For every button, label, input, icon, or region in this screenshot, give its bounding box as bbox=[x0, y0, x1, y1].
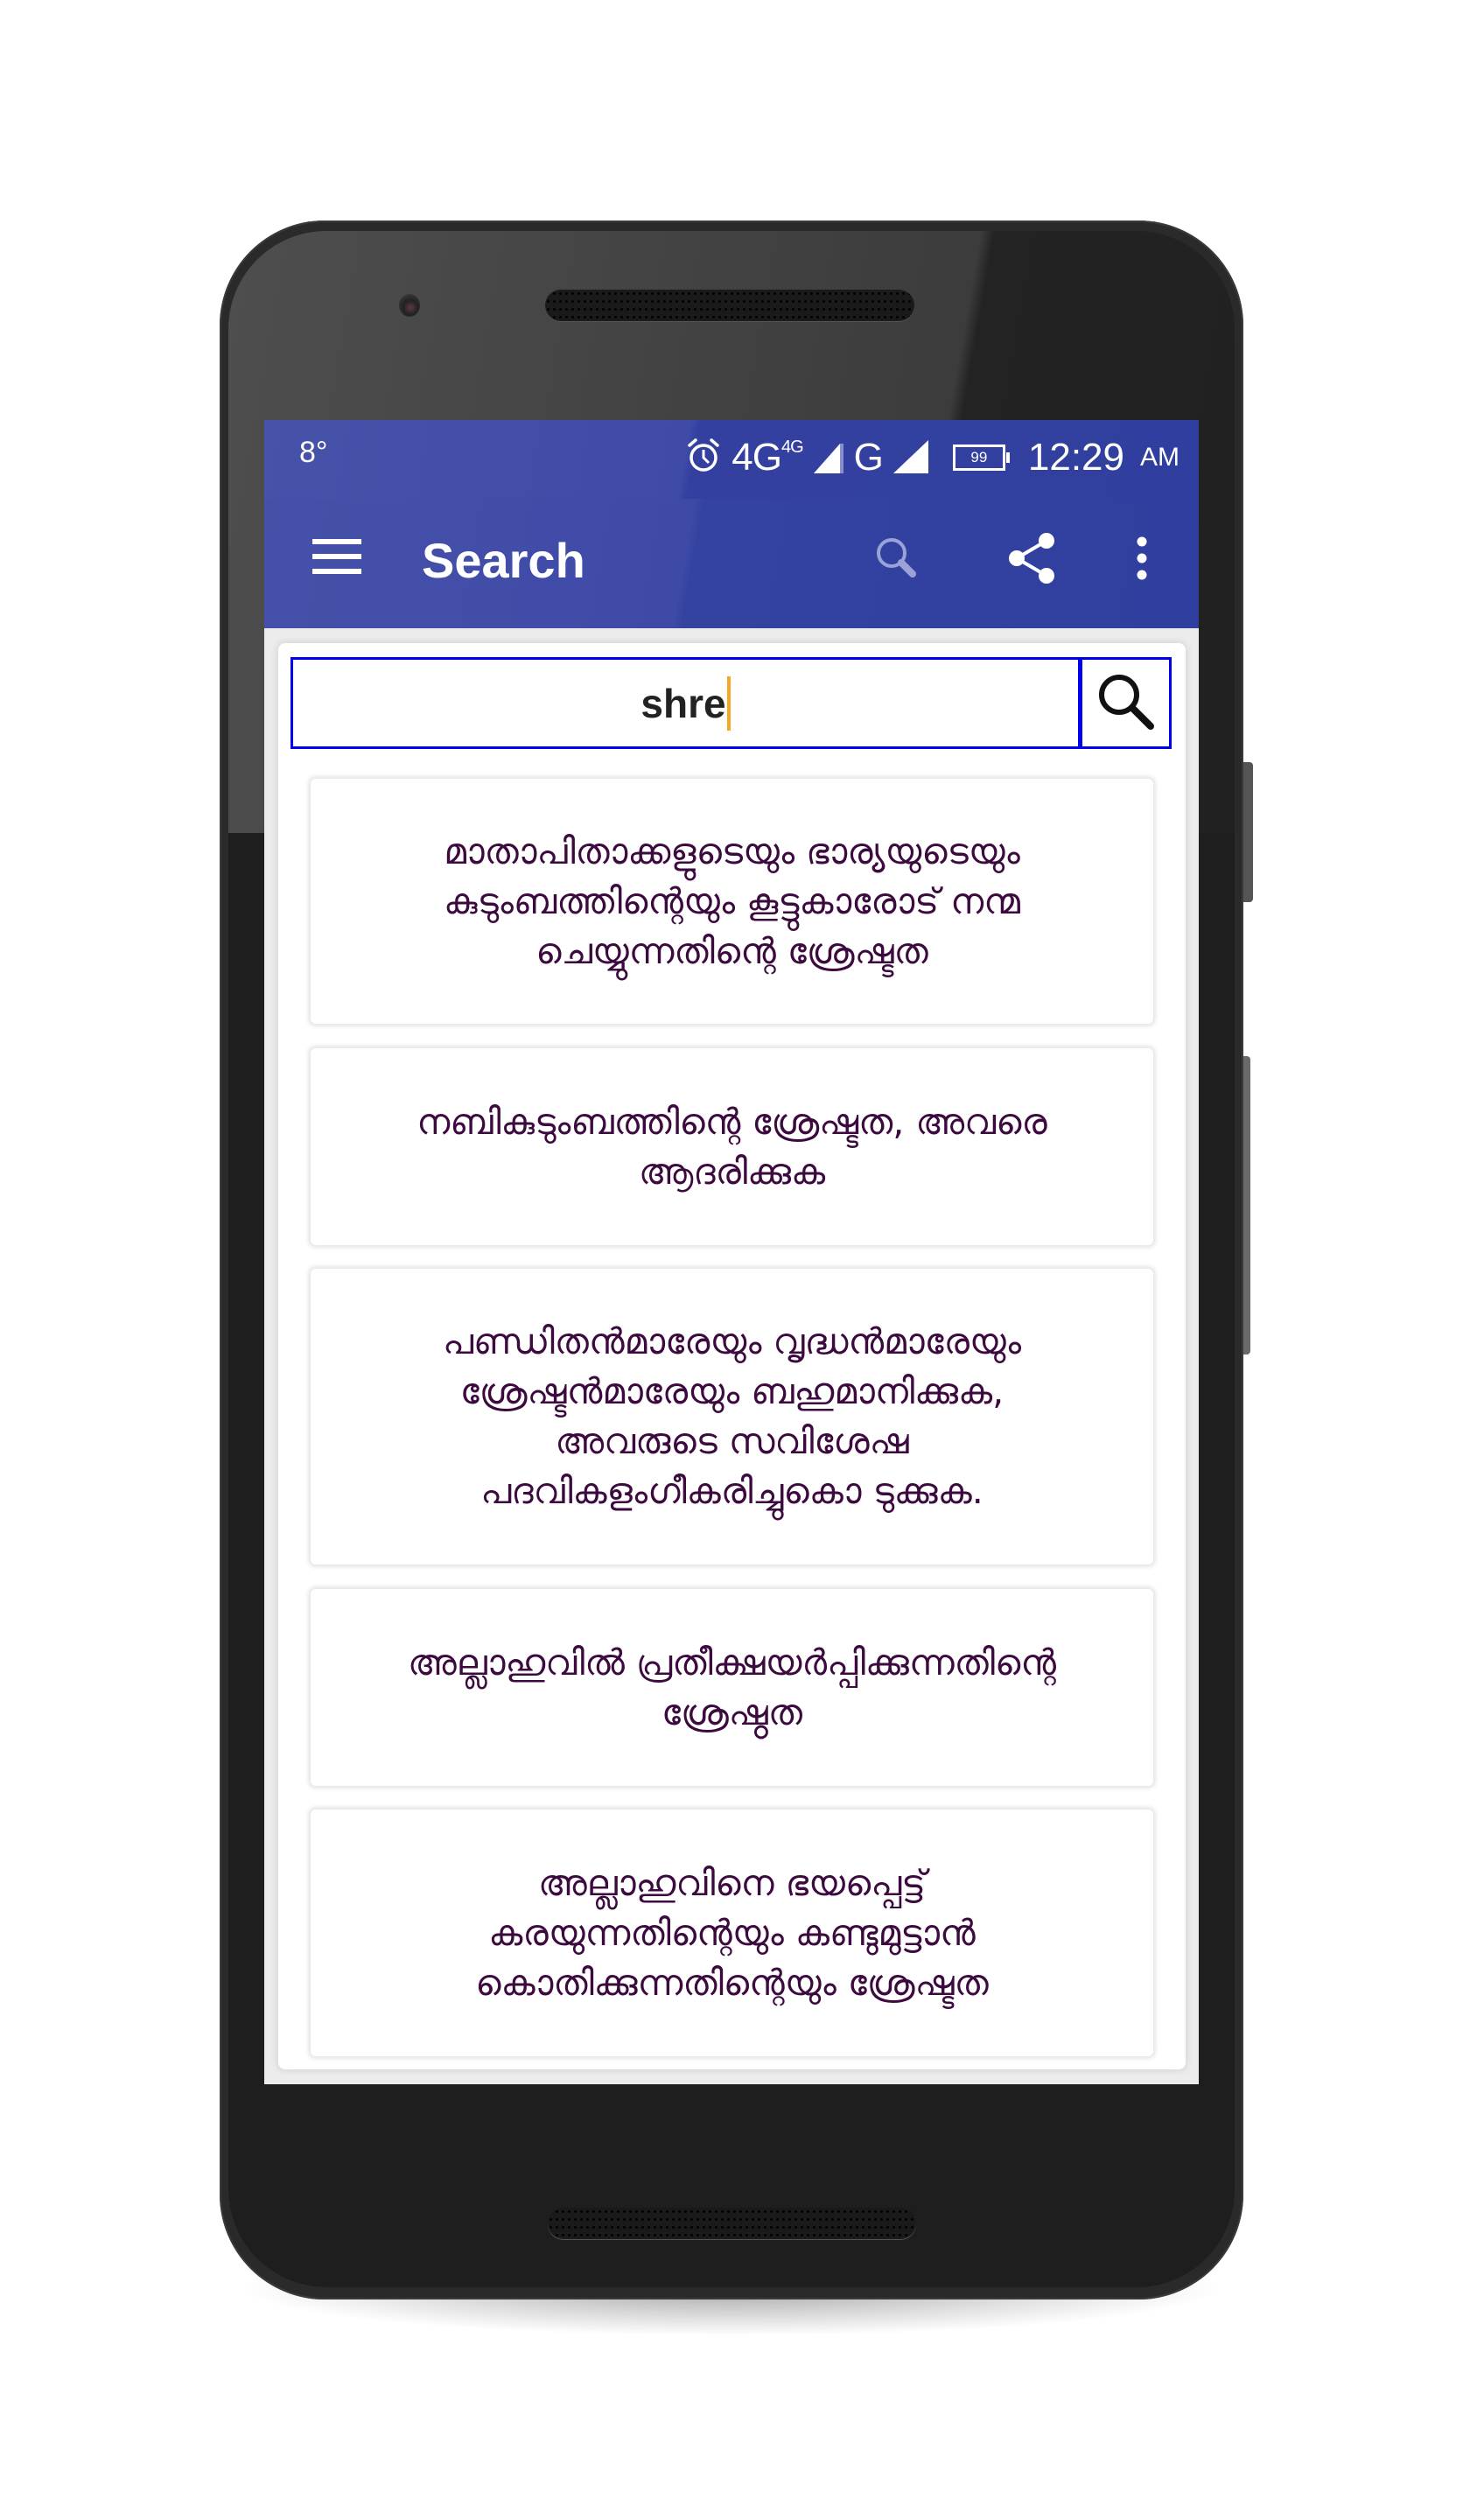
result-card-text: അല്ലാഹുവിനെ ഭയപ്പെട്ട് കരയുന്നതിന്റെയും … bbox=[475, 1861, 989, 2004]
front-camera bbox=[399, 294, 420, 317]
network-type-primary: 4G4G bbox=[732, 436, 804, 480]
earpiece-speaker bbox=[545, 290, 914, 321]
overflow-menu-button[interactable] bbox=[1111, 525, 1172, 595]
alarm-icon bbox=[686, 438, 721, 479]
app-bar: Search bbox=[264, 499, 1199, 628]
search-action-button[interactable] bbox=[866, 525, 928, 595]
bottom-speaker bbox=[548, 2208, 916, 2239]
result-card[interactable]: അല്ലാഹുവിനെ ഭയപ്പെട്ട് കരയുന്നതിന്റെയും … bbox=[311, 1810, 1153, 2056]
result-card[interactable]: മാതാപിതാക്കളുടെയും ഭാര്യയുടെയും കുടുംബത്… bbox=[311, 779, 1153, 1024]
result-card[interactable]: നബികുടുംബത്തിന്റെ ശ്രേഷ്ടത, അവരെ ആദരിക്ക… bbox=[311, 1048, 1153, 1245]
clock-ampm: AM bbox=[1140, 443, 1180, 472]
volume-button bbox=[1243, 1056, 1250, 1354]
search-input-value: shre bbox=[640, 680, 726, 726]
status-icons: 4G4G G 99 12:29 AM bbox=[686, 430, 1180, 485]
result-card-text: മാതാപിതാക്കളുടെയും ഭാര്യയുടെയും കുടുംബത്… bbox=[444, 830, 1020, 972]
result-card-text: നബികുടുംബത്തിന്റെ ശ്രേഷ്ടത, അവരെ ആദരിക്ക… bbox=[416, 1100, 1047, 1193]
share-icon bbox=[1006, 530, 1059, 590]
result-card[interactable]: അല്ലാഹുവിൽ പ്രതീക്ഷയർപ്പിക്കുന്നതിന്റെ ശ… bbox=[311, 1589, 1153, 1786]
signal-icon bbox=[813, 438, 844, 478]
phone-screen: 8° 4G4G G 99 12:29 AM Search shre മാതാപി… bbox=[264, 420, 1199, 2084]
hamburger-menu-icon[interactable] bbox=[312, 539, 361, 574]
search-results-panel: shre മാതാപിതാക്കളുടെയും ഭാര്യയുടെയും കുട… bbox=[278, 643, 1186, 2069]
network-sup-label: 4G bbox=[780, 438, 804, 458]
result-card-text: പണ്ഡിതൻമാരേയും വൃദ്ധൻമാരേയും ശ്രേഷ്ടൻമാര… bbox=[442, 1320, 1022, 1512]
clock-time: 12:29 bbox=[1027, 436, 1124, 479]
search-input[interactable]: shre bbox=[290, 657, 1078, 749]
power-button bbox=[1243, 762, 1253, 902]
result-card-text: അല്ലാഹുവിൽ പ്രതീക്ഷയർപ്പിക്കുന്നതിന്റെ ശ… bbox=[407, 1641, 1057, 1733]
search-icon bbox=[872, 534, 921, 586]
status-bar: 8° 4G4G G 99 12:29 AM bbox=[264, 420, 1199, 499]
weather-temperature: 8° bbox=[299, 436, 328, 469]
page-title: Search bbox=[422, 533, 585, 588]
text-caret bbox=[726, 676, 731, 731]
search-bar: shre bbox=[290, 657, 1172, 749]
result-card[interactable]: പണ്ഡിതൻമാരേയും വൃദ്ധൻമാരേയും ശ്രേഷ്ടൻമാര… bbox=[311, 1269, 1153, 1564]
overflow-menu-icon bbox=[1133, 536, 1151, 584]
battery-icon: 99 bbox=[952, 444, 1010, 471]
share-button[interactable] bbox=[1002, 525, 1063, 595]
network-label: 4G bbox=[732, 436, 782, 479]
search-icon bbox=[1093, 668, 1159, 738]
network-type-secondary: G bbox=[853, 436, 884, 479]
signal-icon bbox=[892, 438, 928, 478]
search-submit-button[interactable] bbox=[1078, 657, 1172, 749]
